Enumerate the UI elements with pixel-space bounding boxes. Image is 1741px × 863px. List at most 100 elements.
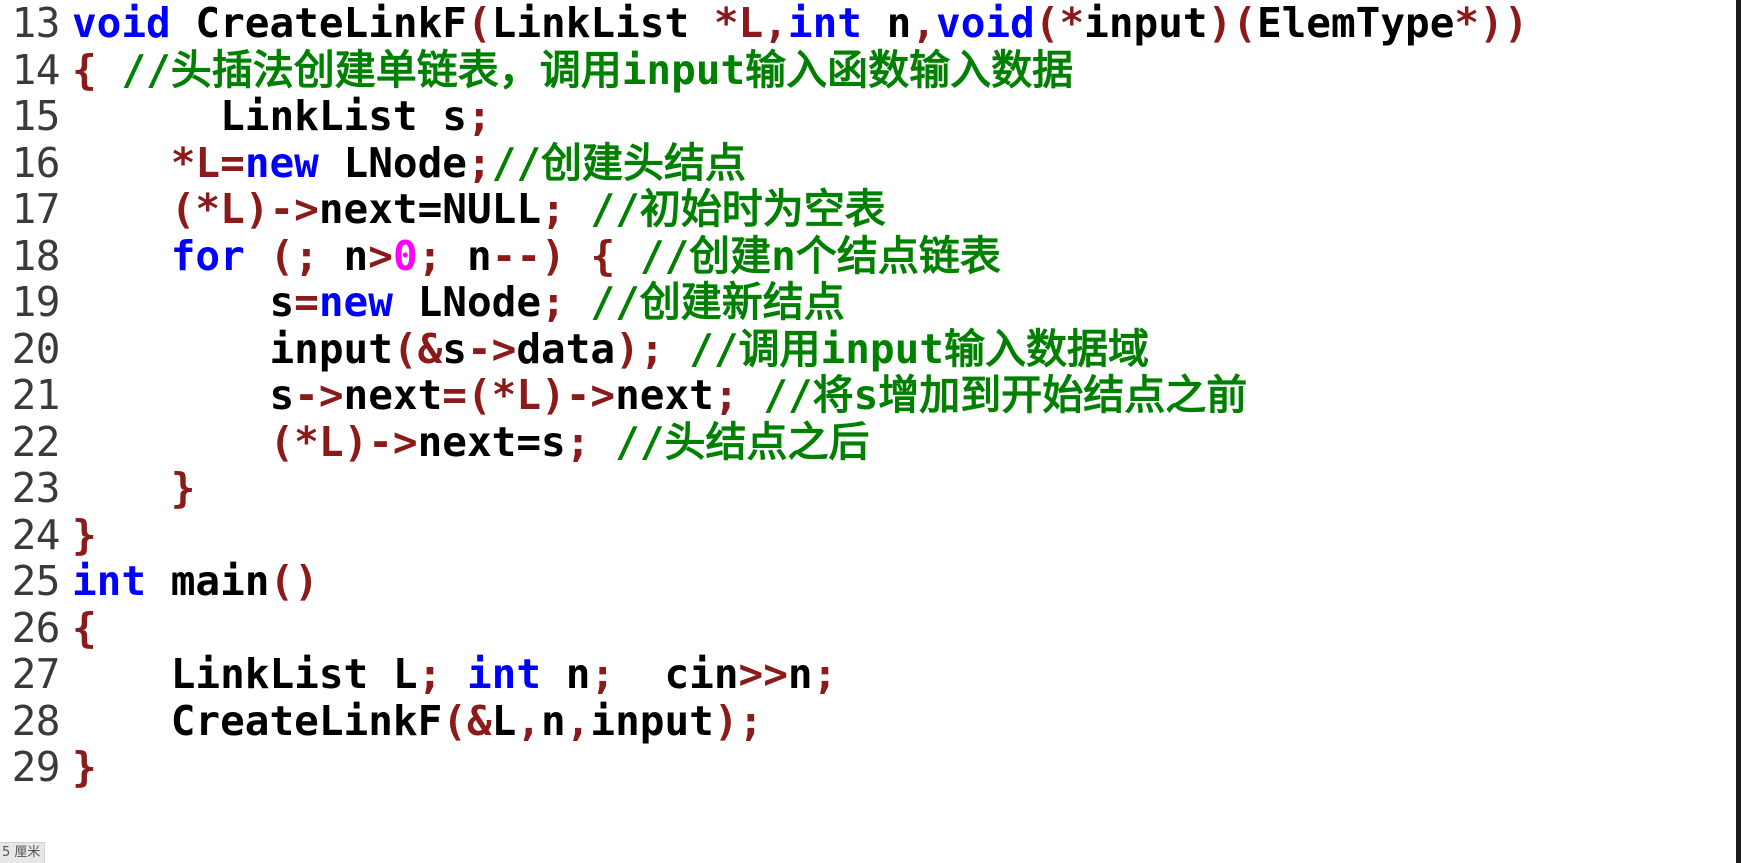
code-line[interactable]: 29} <box>0 744 1736 791</box>
code-token-punct: () <box>269 557 319 605</box>
code-editor-screen: 13 void CreateLinkF(LinkList *L,int n,voi… <box>0 0 1741 863</box>
code-line[interactable]: 15 LinkList s; <box>0 93 1736 140</box>
code-token-punct: { <box>72 45 97 94</box>
code-token-punct: *)) <box>1454 0 1529 47</box>
code-line[interactable]: 25 int main() <box>0 557 1736 605</box>
code-token-plain: ElemType <box>1256 0 1455 47</box>
code-token-plain: data <box>516 324 616 373</box>
code-line-text[interactable]: for (; n>0; n--) { //创建n个结点链表 <box>60 231 1001 280</box>
code-line[interactable]: 22 (*L)->next=s; //头结点之后 <box>0 417 1736 466</box>
code-line-text[interactable]: } <box>60 464 196 512</box>
code-line[interactable]: 28 CreateLinkF(&L,n,input); <box>0 696 1736 745</box>
code-token-punct: { <box>72 603 97 652</box>
code-token-keyword: int <box>72 557 147 605</box>
code-line[interactable]: 19 s=new LNode; //创建新结点 <box>0 278 1736 326</box>
code-token-punct: { <box>590 231 616 280</box>
code-token-punct: -> <box>294 371 344 419</box>
code-token-punct: , <box>516 696 542 745</box>
code-token-comment: //创建n个结点链表 <box>639 231 1001 280</box>
code-line-text[interactable]: LinkList s; <box>60 93 492 140</box>
code-token-plain: LinkList L <box>170 650 418 698</box>
code-token-plain: main <box>146 557 270 605</box>
code-token-punct: } <box>72 743 97 791</box>
code-token-punct: ; <box>565 417 591 466</box>
code-line[interactable]: 20 input(&s->data); //调用input输入数据域 <box>0 324 1736 373</box>
code-token-punct: , <box>911 0 937 47</box>
code-token-plain: n <box>541 650 591 698</box>
code-token-plain: next <box>615 371 714 419</box>
line-number: 22 <box>11 417 61 466</box>
code-line[interactable]: 13 void CreateLinkF(LinkList *L,int n,voi… <box>0 0 1736 47</box>
code-token-punct: --) <box>491 231 566 280</box>
code-token-number: 0 <box>392 231 418 280</box>
code-token-plain: n <box>787 650 813 698</box>
code-line-text[interactable]: int main() <box>60 558 319 605</box>
code-token-punct: ; <box>417 650 443 698</box>
code-line-text[interactable]: void CreateLinkF(LinkList *L,int n,void(… <box>60 0 1528 47</box>
code-line[interactable]: 24} <box>0 511 1736 559</box>
code-token-plain: n <box>318 231 369 280</box>
code-token-plain: CreateLinkF <box>170 696 443 745</box>
code-token-comment: //头插法创建单链表，调用input输入函数输入数据 <box>121 45 1074 94</box>
code-token-plain: next=NULL <box>318 185 542 233</box>
code-line-text[interactable]: } <box>60 511 97 559</box>
code-content-area[interactable]: 13 void CreateLinkF(LinkList *L,int n,voi… <box>0 0 1736 863</box>
code-token-punct: ; <box>590 650 616 698</box>
code-line-text[interactable]: (*L)->next=NULL; //初始时为空表 <box>60 186 886 233</box>
code-token-punct: , <box>565 696 591 745</box>
code-token-punct: (* <box>1034 0 1085 47</box>
code-line-text[interactable]: } <box>60 744 97 791</box>
code-line[interactable]: 23 } <box>0 464 1736 512</box>
code-token-plain: cin <box>615 650 739 698</box>
line-number: 25 <box>11 557 61 605</box>
code-line-text[interactable]: *L=new LNode;//创建头结点 <box>60 138 747 187</box>
code-token-plain: s <box>269 371 295 419</box>
code-token-plain: next=s <box>417 417 566 466</box>
code-token-plain: n <box>541 696 566 745</box>
code-token-plain: LNode <box>392 278 542 326</box>
code-token-plain: s <box>269 278 295 326</box>
code-token-plain: LinkList <box>491 0 714 47</box>
code-line-text[interactable]: { //头插法创建单链表，调用input输入函数输入数据 <box>60 45 1074 94</box>
line-number: 18 <box>11 231 61 280</box>
ruler-measure-tooltip: 5 厘米 <box>0 842 46 863</box>
code-token-keyword: void <box>936 0 1035 47</box>
code-line-text[interactable]: (*L)->next=s; //头结点之后 <box>60 417 869 466</box>
code-line-text[interactable]: LinkList L; int n; cin>>n; <box>60 650 838 698</box>
line-number: 19 <box>11 278 61 326</box>
code-token-punct: ( <box>466 0 492 47</box>
code-token-punct: (; <box>269 231 319 280</box>
code-token-plain: LinkList s <box>220 92 467 140</box>
code-token-punct: ; <box>713 371 739 419</box>
code-token-comment: //初始时为空表 <box>590 185 886 233</box>
code-token-keyword: void <box>72 0 171 47</box>
code-line[interactable]: 26{ <box>0 603 1736 652</box>
code-token-punct: = <box>294 278 319 326</box>
code-line[interactable]: 27 LinkList L; int n; cin>>n; <box>0 650 1736 698</box>
code-token-plain: CreateLinkF <box>170 0 467 47</box>
code-token-plain: input <box>590 696 714 745</box>
code-token-comment: //创建头结点 <box>491 138 747 187</box>
code-line[interactable]: 14{ //头插法创建单链表，调用input输入函数输入数据 <box>0 45 1736 94</box>
code-token-comment: //调用input输入数据域 <box>689 324 1149 373</box>
code-line[interactable]: 21 s->next=(*L)->next; //将s增加到开始结点之前 <box>0 371 1736 419</box>
code-line-text[interactable]: s->next=(*L)->next; //将s增加到开始结点之前 <box>60 372 1247 419</box>
line-number: 26 <box>11 603 61 652</box>
code-token-keyword: int <box>466 650 542 698</box>
code-token-punct: } <box>170 464 196 512</box>
code-token-plain: s <box>442 324 467 373</box>
code-line-text[interactable]: input(&s->data); //调用input输入数据域 <box>60 324 1149 373</box>
code-line-text[interactable]: { <box>60 603 97 652</box>
line-number: 21 <box>11 371 61 419</box>
line-number: 27 <box>11 650 61 698</box>
code-line[interactable]: 17 (*L)->next=NULL; //初始时为空表 <box>0 186 1736 233</box>
code-token-punct: )( <box>1207 0 1257 47</box>
code-line-text[interactable]: s=new LNode; //创建新结点 <box>60 278 844 326</box>
code-line[interactable]: 18 for (; n>0; n--) { //创建n个结点链表 <box>0 231 1736 280</box>
code-line[interactable]: 16 *L=new LNode;//创建头结点 <box>0 138 1736 187</box>
code-line-text[interactable]: CreateLinkF(&L,n,input); <box>60 696 763 745</box>
